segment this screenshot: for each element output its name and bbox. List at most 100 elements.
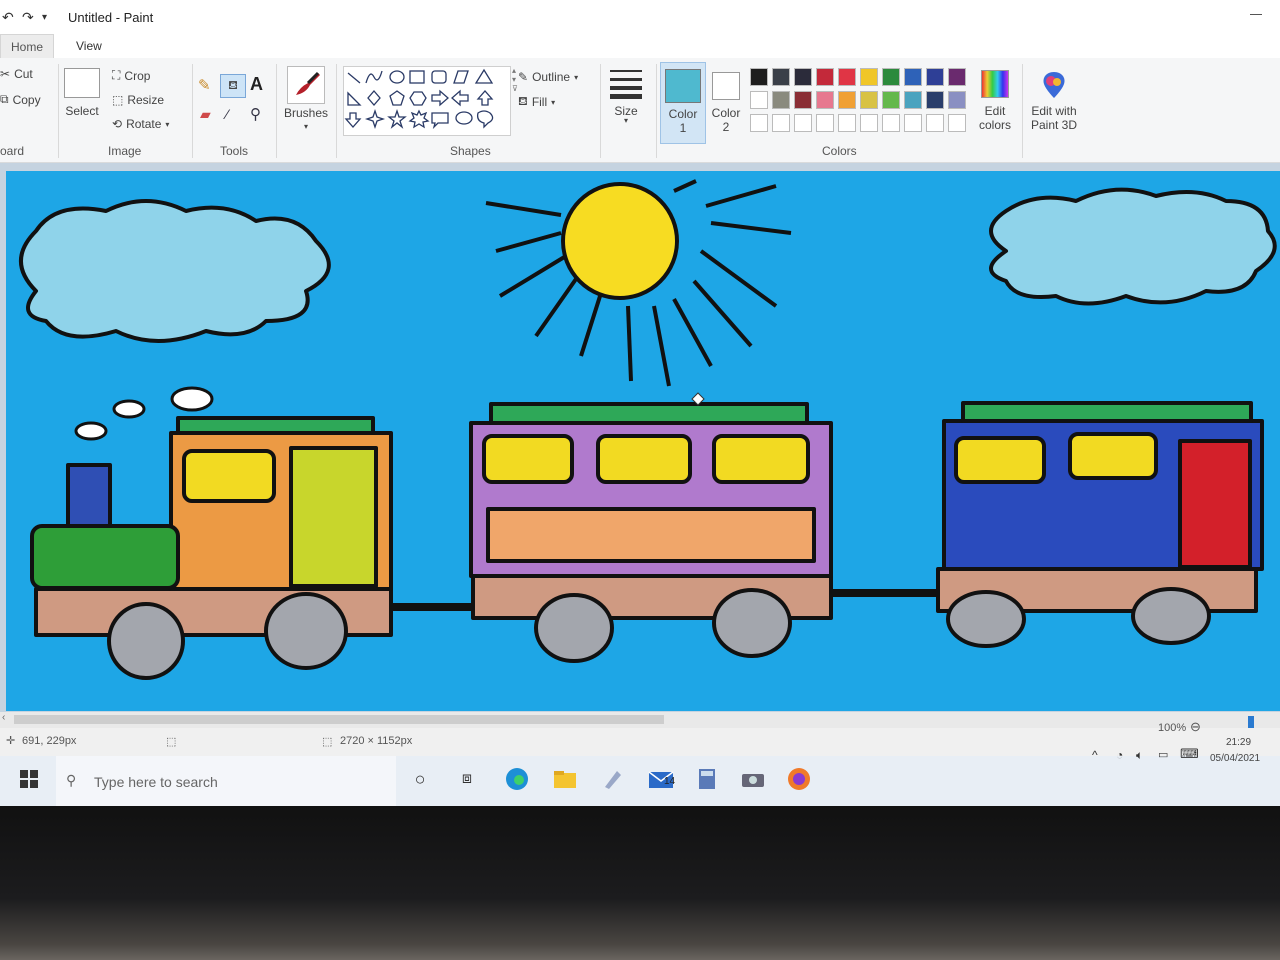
color-swatch[interactable] xyxy=(772,68,790,86)
color-swatch[interactable] xyxy=(882,68,900,86)
outline-icon: ✎ xyxy=(518,70,529,84)
text-tool-icon[interactable]: A xyxy=(250,74,263,95)
laptop-bezel xyxy=(0,806,1280,960)
color-swatch[interactable] xyxy=(882,114,900,132)
taskbar-search-box[interactable]: ⚲ Type here to search xyxy=(56,756,396,806)
paint-app-icon[interactable] xyxy=(598,764,628,794)
brushes-button[interactable]: Brushes ▾ xyxy=(284,66,328,131)
color-swatch[interactable] xyxy=(750,91,768,109)
eraser-icon[interactable]: ▰ xyxy=(200,106,211,123)
undo-icon[interactable]: ↶ xyxy=(2,9,14,26)
shapes-gallery[interactable] xyxy=(343,66,511,136)
canvas-dimensions: 2720 × 1152px xyxy=(340,735,413,747)
keyboard-icon[interactable]: ⌨ xyxy=(1180,746,1199,762)
crop-button[interactable]: ⛶ Crop xyxy=(112,68,150,83)
color-swatch[interactable] xyxy=(750,114,768,132)
magnifier-icon[interactable]: ⚲ xyxy=(250,105,261,123)
color1-label: Color xyxy=(668,107,698,121)
color1-swatch xyxy=(665,69,701,103)
cut-button[interactable]: ✂ Cut xyxy=(0,67,33,81)
clock-time[interactable]: 21:29 xyxy=(1226,737,1251,748)
windows-start-icon[interactable] xyxy=(14,764,44,794)
color-swatch[interactable] xyxy=(904,114,922,132)
minimize-button[interactable] xyxy=(1250,14,1262,15)
canvas-size-icon: ⬚ xyxy=(322,736,333,748)
color-swatch[interactable] xyxy=(838,91,856,109)
color-picker-icon[interactable]: ⁄ xyxy=(226,106,228,122)
color-swatch[interactable] xyxy=(882,91,900,109)
cortana-icon[interactable]: ○ xyxy=(405,764,435,794)
fill-button[interactable]: ⛾ Fill ▾ xyxy=(518,94,555,110)
color-swatch[interactable] xyxy=(948,114,966,132)
volume-icon[interactable]: 🔈︎ xyxy=(1136,748,1143,763)
zoom-slider-thumb[interactable] xyxy=(1248,716,1254,728)
select-label: Select xyxy=(65,104,99,118)
color-swatch[interactable] xyxy=(860,68,878,86)
color-swatch[interactable] xyxy=(750,68,768,86)
color-swatch[interactable] xyxy=(838,68,856,86)
clock-date[interactable]: 05/04/2021 xyxy=(1210,753,1260,764)
color-swatch[interactable] xyxy=(948,91,966,109)
fill-bucket-icon[interactable]: ⛾ xyxy=(220,74,246,98)
color-swatch[interactable] xyxy=(794,91,812,109)
color-swatch[interactable] xyxy=(948,68,966,86)
outline-button[interactable]: ✎ Outline ▾ xyxy=(518,70,578,84)
color-swatch[interactable] xyxy=(772,91,790,109)
redo-icon[interactable]: ↷ xyxy=(22,9,34,26)
color1-button[interactable]: Color 1 xyxy=(660,62,706,144)
copy-button[interactable]: ⧉ Copy xyxy=(0,92,41,107)
mail-icon[interactable]: 14 xyxy=(646,764,676,794)
color-swatch[interactable] xyxy=(816,68,834,86)
color-swatch[interactable] xyxy=(794,68,812,86)
battery-icon[interactable]: ▭ xyxy=(1158,748,1168,761)
customize-qa-icon[interactable]: ▾ xyxy=(42,12,47,23)
brushes-label: Brushes xyxy=(284,106,329,120)
select-rectangle-icon xyxy=(64,68,100,98)
ribbon-tabs: Home View xyxy=(0,34,1280,59)
select-button[interactable]: Select xyxy=(64,68,100,118)
rotate-button[interactable]: ⟲ Rotate ▾ xyxy=(112,117,169,131)
tab-view[interactable]: View xyxy=(66,34,112,58)
pencil-icon[interactable]: ✎ xyxy=(198,76,211,94)
size-button[interactable]: Size ▾ xyxy=(608,68,644,125)
color-swatch[interactable] xyxy=(816,114,834,132)
task-view-icon[interactable]: ⧈ xyxy=(452,764,482,794)
network-icon[interactable]: ◔ xyxy=(1116,748,1123,762)
camera-icon[interactable] xyxy=(738,764,768,794)
title-bar: ↶ ↷ ▾ Untitled - Paint xyxy=(0,0,1280,34)
color-swatch[interactable] xyxy=(926,91,944,109)
divider xyxy=(600,64,601,158)
divider xyxy=(336,64,337,158)
color-swatch[interactable] xyxy=(904,91,922,109)
horizontal-scrollbar[interactable]: ‹ xyxy=(0,712,1280,728)
edit-colors-label: Edit xyxy=(984,104,1006,118)
drawing-canvas[interactable] xyxy=(6,171,1280,711)
edit-with-paint3d-button[interactable]: Edit with Paint 3D xyxy=(1026,70,1082,132)
color-swatch[interactable] xyxy=(926,114,944,132)
color1-number: 1 xyxy=(679,121,687,135)
calculator-icon[interactable] xyxy=(692,764,722,794)
shapes-scroll-icon[interactable]: ▴ ▾ ⊽ xyxy=(512,66,518,93)
color-swatch[interactable] xyxy=(772,114,790,132)
divider xyxy=(276,64,277,158)
edit-colors-button[interactable]: Edit colors xyxy=(974,70,1016,132)
color-swatch[interactable] xyxy=(926,68,944,86)
color-swatch[interactable] xyxy=(816,91,834,109)
scrollbar-thumb[interactable] xyxy=(14,715,664,724)
edge-icon[interactable] xyxy=(502,764,532,794)
color-swatch[interactable] xyxy=(794,114,812,132)
file-explorer-icon[interactable] xyxy=(550,764,580,794)
color2-button[interactable]: Color 2 xyxy=(706,62,746,142)
color-palette xyxy=(750,68,976,138)
color-swatch[interactable] xyxy=(904,68,922,86)
show-hidden-icons-icon[interactable]: ^ xyxy=(1092,748,1098,762)
color-swatch[interactable] xyxy=(860,91,878,109)
resize-button[interactable]: ⬚ Resize xyxy=(112,93,164,107)
color-swatch[interactable] xyxy=(838,114,856,132)
color-swatch[interactable] xyxy=(860,114,878,132)
scroll-left-icon[interactable]: ‹ xyxy=(2,712,5,723)
firefox-icon[interactable] xyxy=(784,764,814,794)
tab-home[interactable]: Home xyxy=(0,34,55,59)
canvas-area xyxy=(0,163,1280,728)
zoom-out-icon[interactable]: ⊖ xyxy=(1190,719,1201,735)
